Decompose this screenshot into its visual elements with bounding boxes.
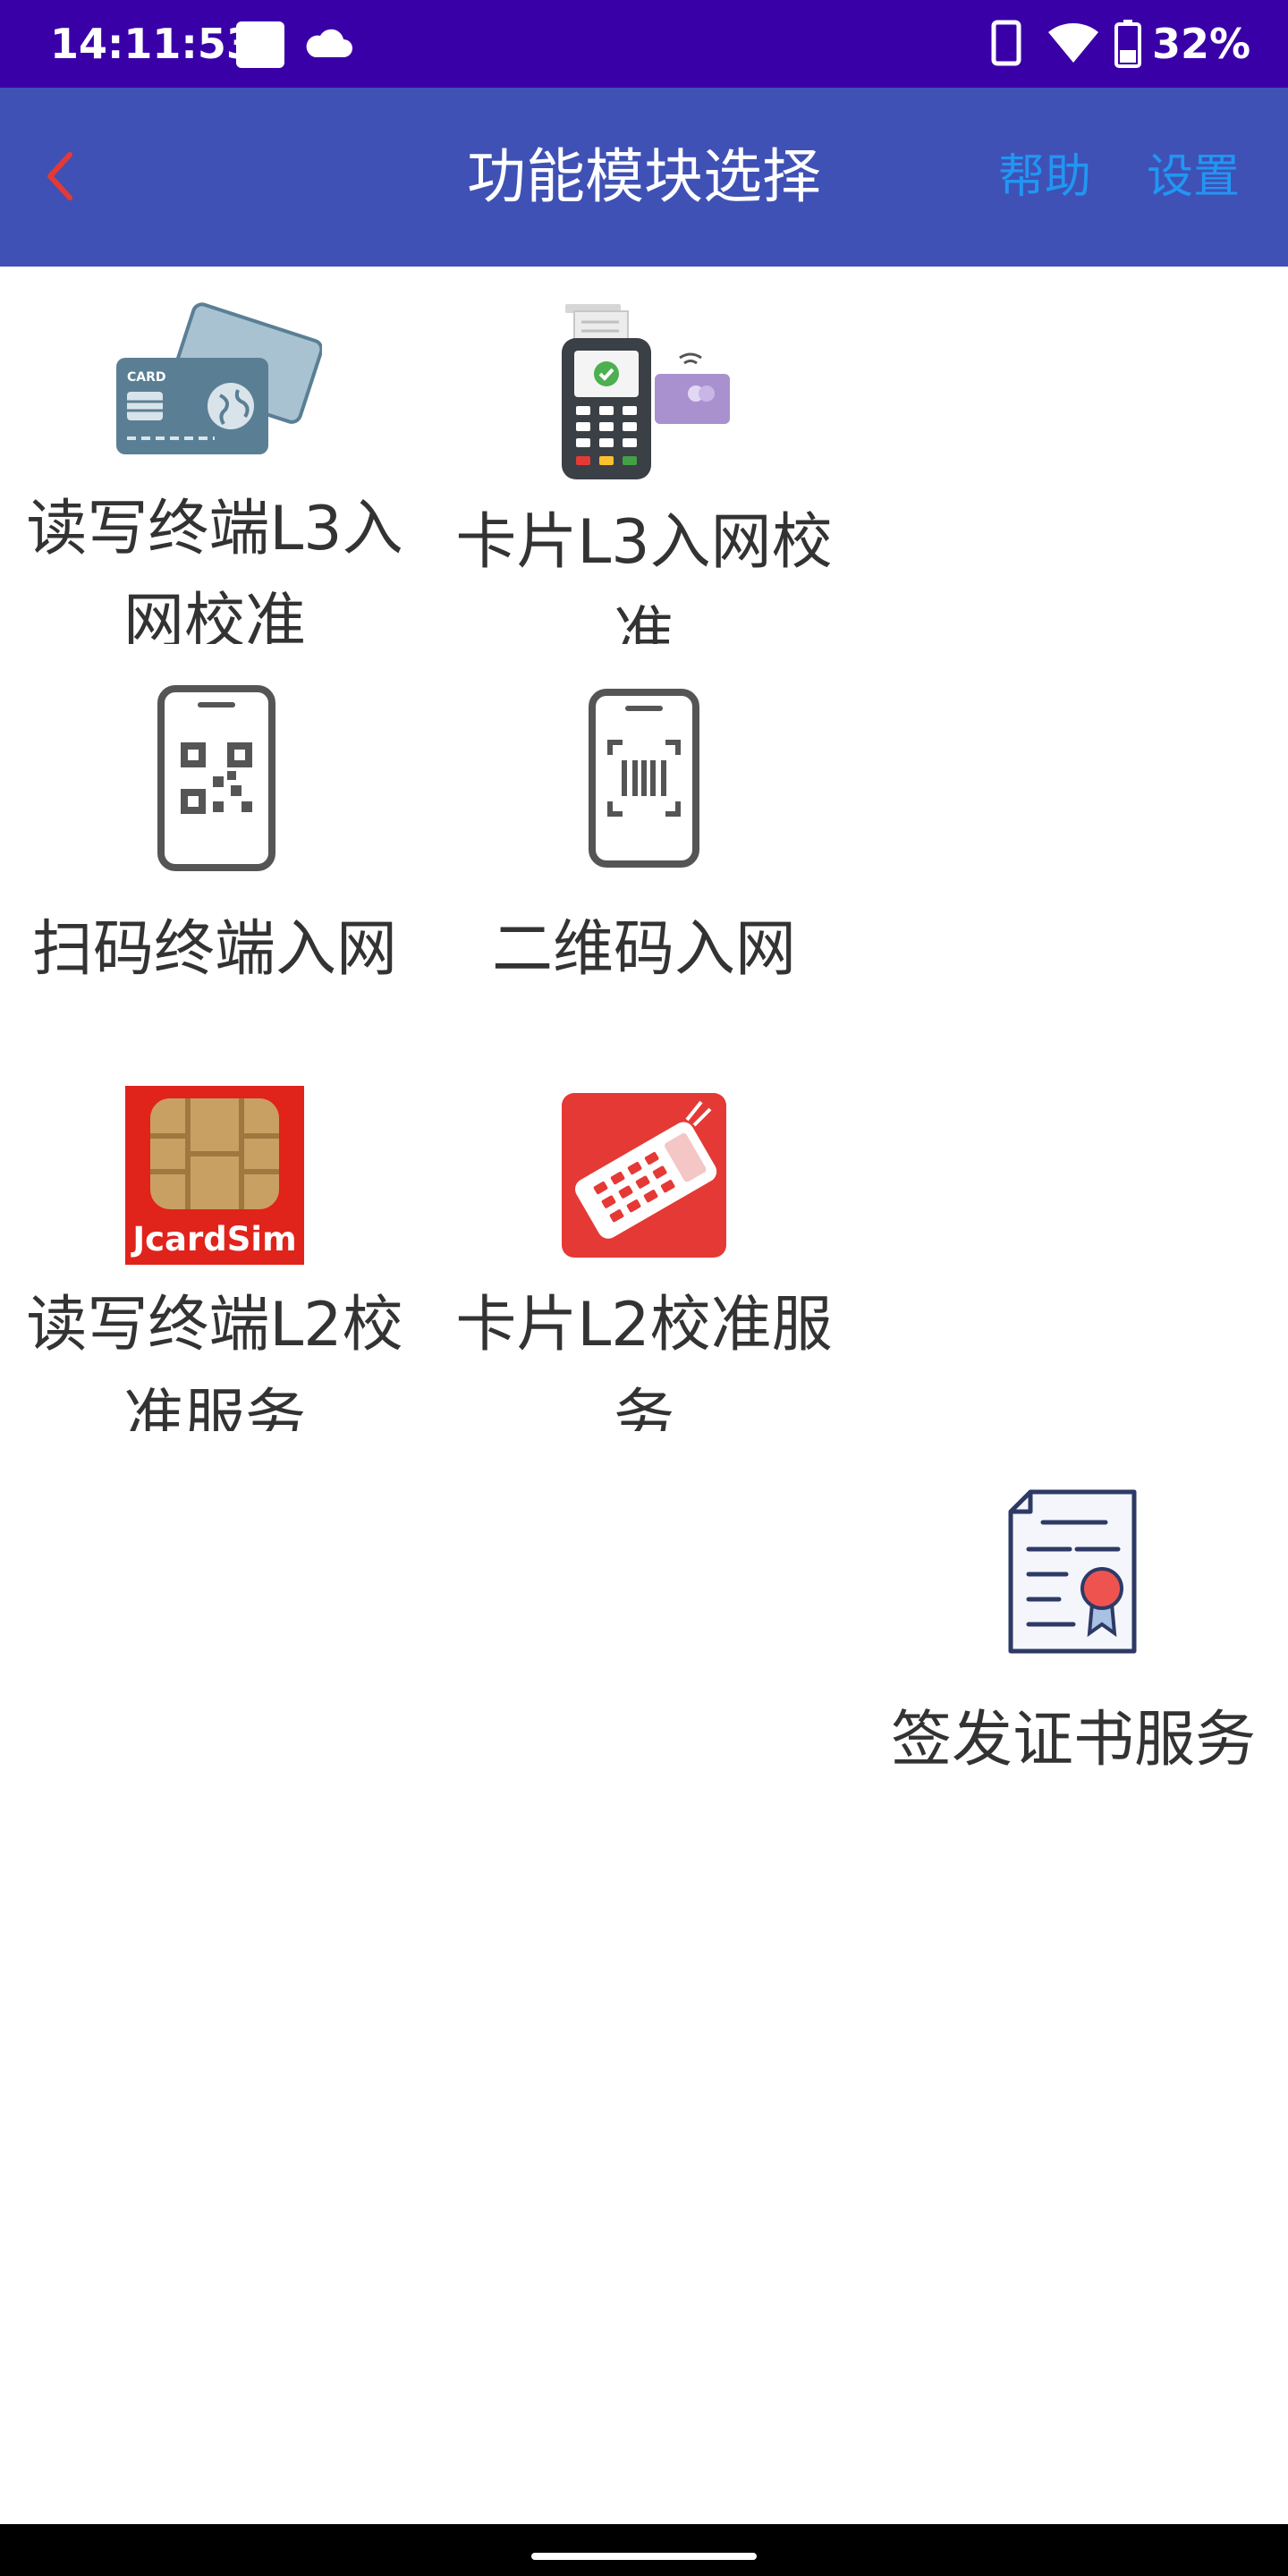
phone-barcode-scan-icon <box>589 689 699 868</box>
svg-text:CARD: CARD <box>127 370 166 385</box>
home-handle[interactable] <box>531 2553 757 2560</box>
page-title: 功能模块选择 <box>467 142 821 211</box>
jcardsim-chip-icon: JcardSim <box>125 1086 304 1265</box>
status-time: 14:11:53 <box>50 20 255 68</box>
payment-card-globe-icon: CARD <box>116 302 322 454</box>
module-terminal-l2-calibration[interactable]: JcardSim 读写终端L2校准服务 <box>0 1082 429 1431</box>
phone-qr-code-icon <box>157 685 275 871</box>
battery-percent: 32% <box>1152 20 1251 68</box>
module-label: 读写终端L3入网校准 <box>26 494 403 644</box>
module-qr-code-network[interactable]: 二维码入网 <box>429 680 859 1011</box>
module-label: 卡片L3入网校准 <box>455 507 833 644</box>
module-scan-terminal-network[interactable]: 扫码终端入网 <box>0 680 429 1011</box>
back-arrow-icon <box>47 152 72 200</box>
help-button[interactable]: 帮助 <box>998 145 1091 209</box>
module-label: 卡片L2校准服务 <box>455 1290 833 1431</box>
module-label: 扫码终端入网 <box>31 914 397 985</box>
phone-icon <box>991 20 1021 66</box>
certificate-icon <box>1008 1489 1137 1654</box>
module-card-l2-calibration[interactable]: 卡片L2校准服务 <box>429 1082 859 1431</box>
battery-icon <box>1114 20 1141 68</box>
jcardsim-logo-text: JcardSim <box>130 1220 296 1258</box>
pos-terminal-icon <box>562 304 730 479</box>
module-certificate-service[interactable]: 签发证书服务 <box>859 1476 1288 1798</box>
card-reader-icon <box>562 1093 726 1258</box>
navigation-bar <box>0 2524 1288 2576</box>
module-label: 签发证书服务 <box>890 1705 1256 1775</box>
module-label: 二维码入网 <box>491 914 796 985</box>
module-label: 读写终端L2校准服务 <box>26 1290 403 1431</box>
back-button[interactable] <box>25 136 97 216</box>
status-bar: 14:11:53 32% <box>0 0 1288 88</box>
wifi-icon <box>1048 22 1098 64</box>
app-bar: 功能模块选择 帮助 设置 <box>0 88 1288 267</box>
cloud-icon <box>306 29 352 57</box>
module-card-l3-calibration[interactable]: 卡片L3入网校准 <box>429 295 859 644</box>
notification-square-icon <box>236 21 284 68</box>
settings-button[interactable]: 设置 <box>1147 145 1240 209</box>
module-terminal-l3-calibration[interactable]: CARD 读写终端L3入网校准 <box>0 295 429 644</box>
